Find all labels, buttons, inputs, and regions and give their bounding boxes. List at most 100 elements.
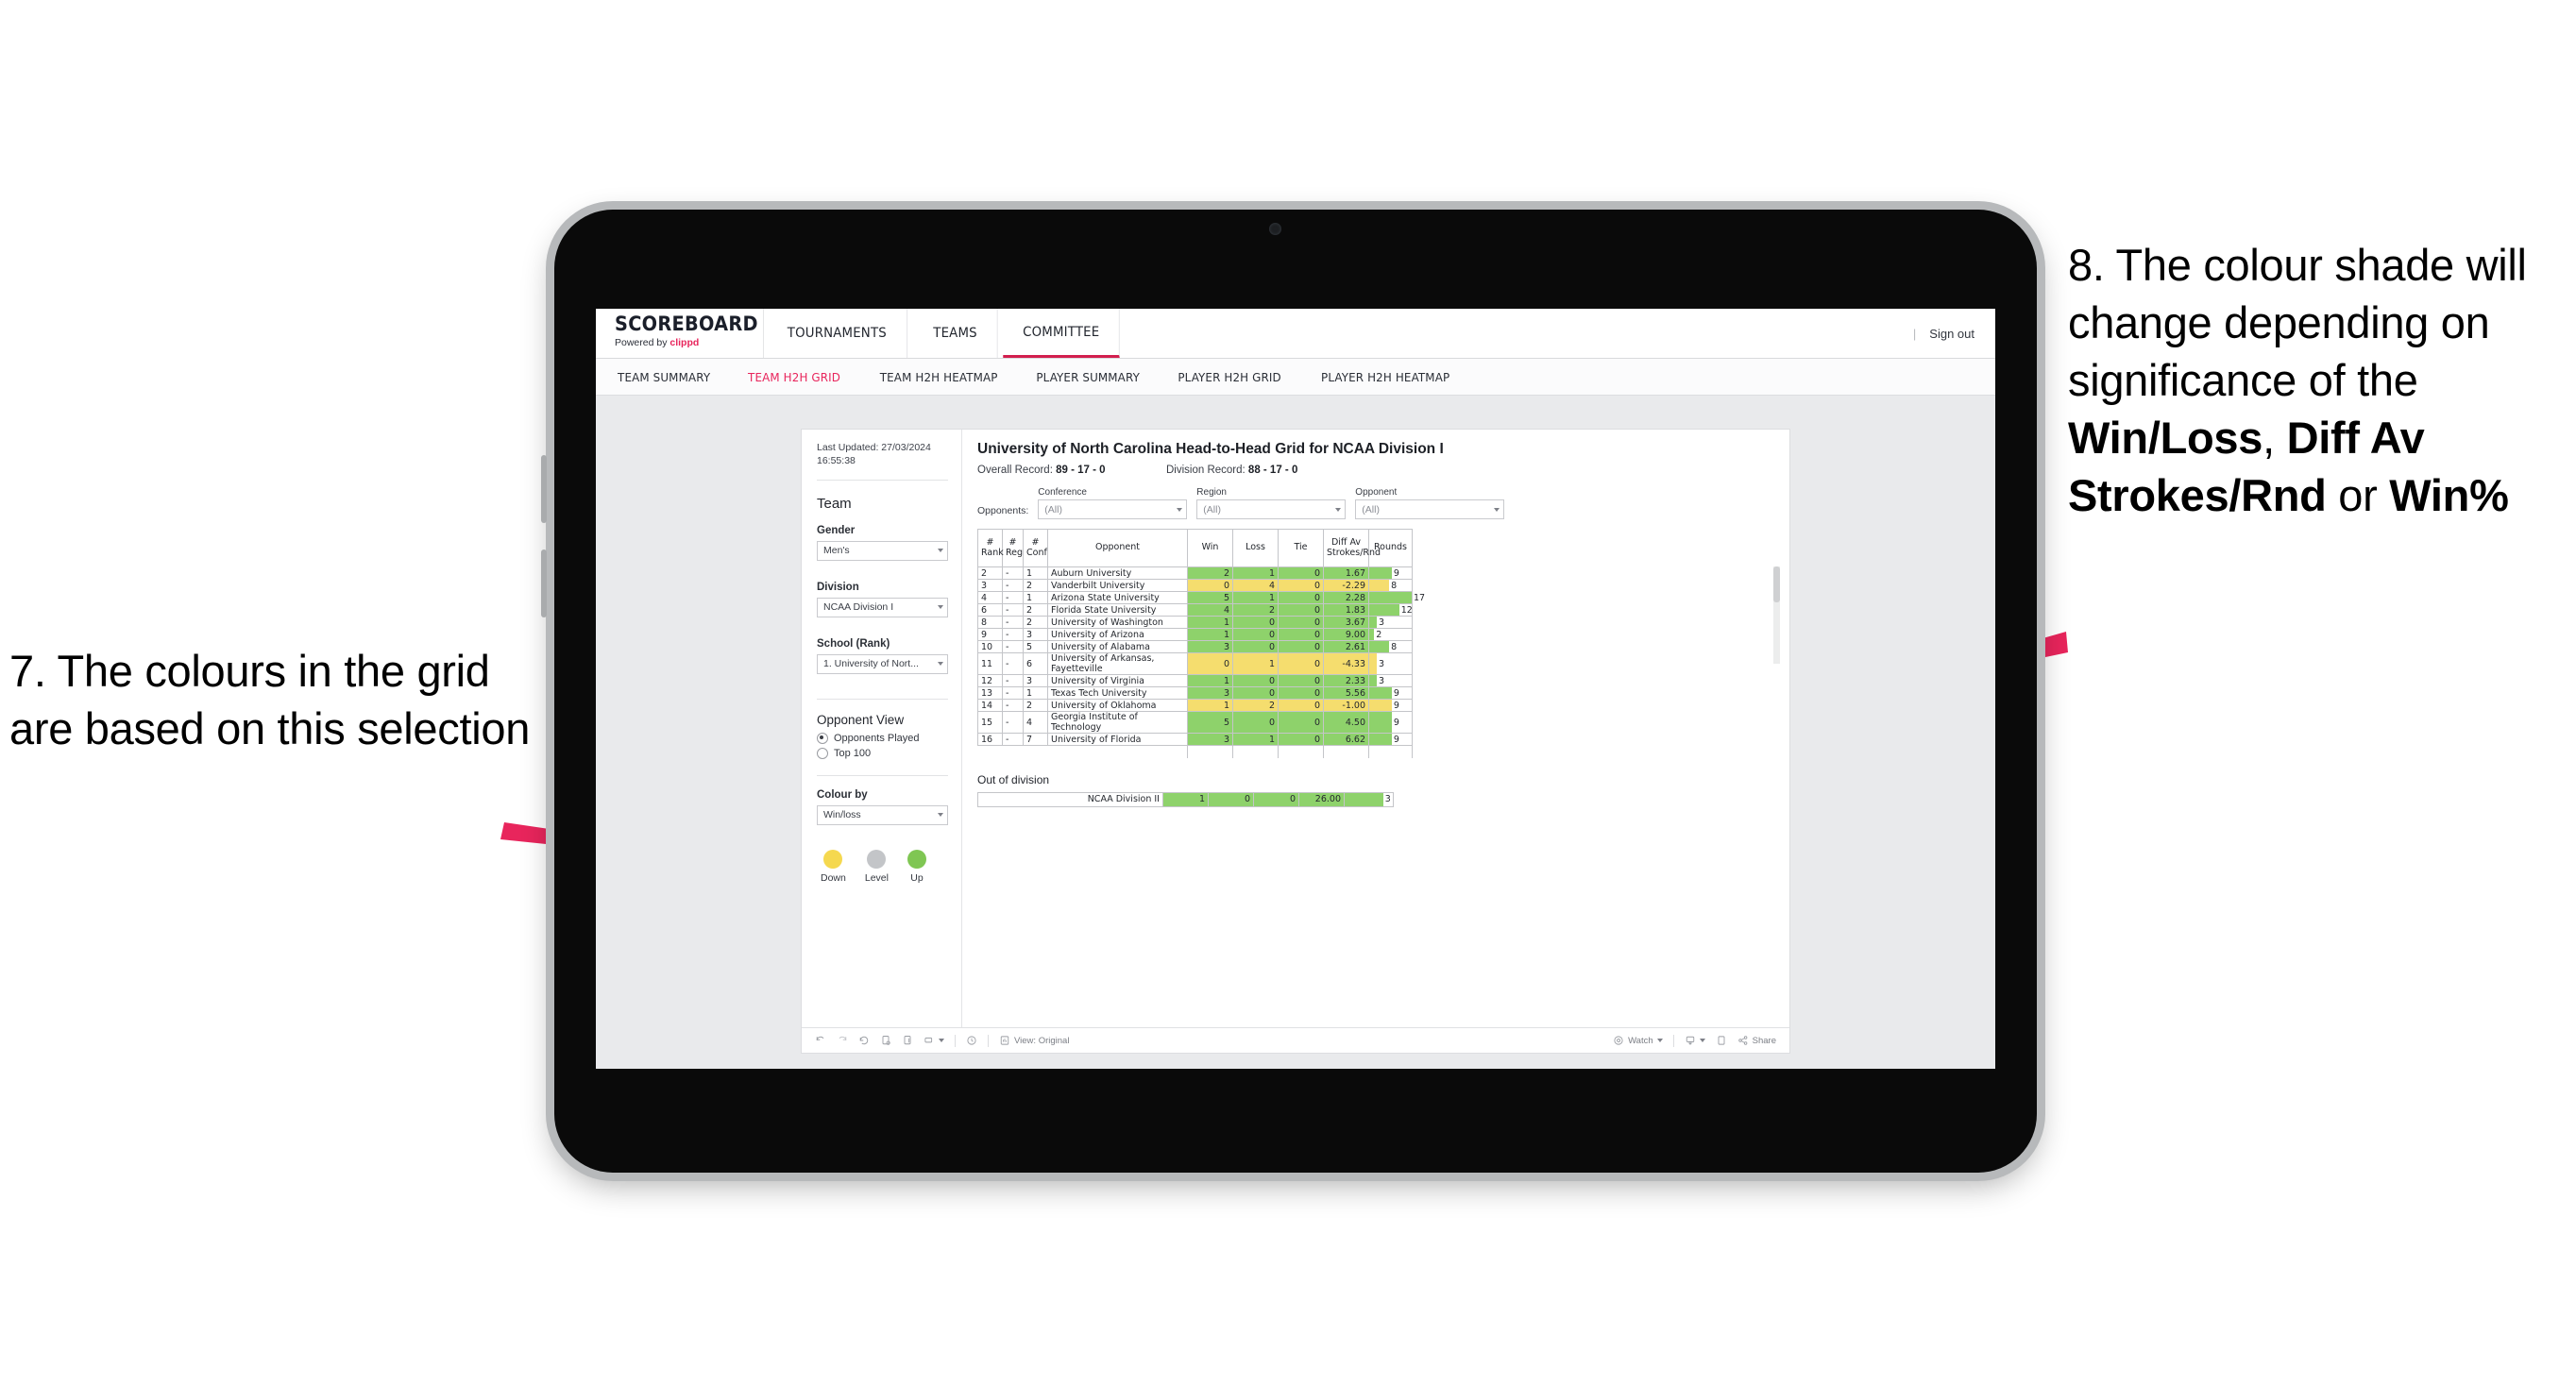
radio-selected-icon	[817, 732, 828, 744]
table-row[interactable]: 10-5 University of Alabama 3 0 0 2.61 8	[977, 640, 1413, 653]
filter-conference-label: Conference	[1038, 487, 1087, 498]
cell-conf: 1	[1023, 566, 1048, 580]
table-row[interactable]: 14-2 University of Oklahoma 1 2 0 -1.00 9	[977, 699, 1413, 712]
rounds-value: 9	[1393, 734, 1399, 745]
cell-opponent: University of Alabama	[1047, 640, 1188, 653]
table-row[interactable]: 16-7 University of Florida 3 1 0 6.62 9	[977, 733, 1413, 746]
rounds-bar	[1369, 653, 1377, 674]
col-header-loss[interactable]: Loss	[1232, 529, 1279, 567]
subnav-item-team-h2h-grid[interactable]: TEAM H2H GRID	[748, 370, 857, 384]
filter-conference-select[interactable]: (All)	[1038, 499, 1188, 519]
revert-icon[interactable]	[858, 1035, 870, 1046]
chevron-down-icon	[1699, 1039, 1705, 1042]
radio-top-100[interactable]: Top 100	[817, 747, 948, 759]
school-select[interactable]: 1. University of Nort...	[817, 653, 948, 674]
radio-opponents-played[interactable]: Opponents Played	[817, 732, 948, 744]
cell-loss: 2	[1232, 603, 1279, 617]
cell-reg: -	[1002, 566, 1024, 580]
gender-select[interactable]: Men's	[817, 540, 948, 561]
cell-tie: 0	[1278, 628, 1324, 641]
cell-rounds: 8	[1368, 640, 1413, 653]
empty-cell	[1278, 745, 1324, 758]
col-header-win[interactable]: Win	[1187, 529, 1233, 567]
filter-region-select[interactable]: (All)	[1196, 499, 1347, 519]
clock-icon[interactable]	[966, 1035, 977, 1046]
table-scrollbar-thumb[interactable]	[1773, 566, 1780, 602]
refresh-icon[interactable]	[880, 1035, 891, 1046]
pause-icon[interactable]	[902, 1035, 913, 1046]
signout-link[interactable]: Sign out	[1929, 327, 1974, 341]
cell-rank: 12	[977, 674, 1003, 687]
cell-opponent: Georgia Institute of Technology	[1047, 711, 1188, 734]
colour-by-select[interactable]: Win/loss	[817, 804, 948, 825]
viz-toolbar: View: Original Watch Share	[802, 1027, 1789, 1053]
radio-unselected-icon	[817, 747, 828, 759]
nav-item-tournaments[interactable]: TOURNAMENTS	[768, 309, 907, 358]
chevron-down-icon	[1494, 507, 1500, 512]
filter-opponent-select[interactable]: (All)	[1355, 499, 1505, 519]
subnav-item-player-h2h-heatmap[interactable]: PLAYER H2H HEATMAP	[1321, 370, 1466, 384]
redo-icon[interactable]	[837, 1035, 848, 1046]
rectangle-select-icon[interactable]	[924, 1035, 944, 1046]
view-original-button[interactable]: View: Original	[999, 1035, 1069, 1046]
division-record-label: Division Record:	[1166, 465, 1248, 476]
opponent-filters: Opponents: Conference (All) Region (All)…	[977, 487, 1772, 519]
table-row[interactable]: 3-2 Vanderbilt University 0 4 0 -2.29 8	[977, 579, 1413, 592]
table-row[interactable]: 11-6 University of Arkansas, Fayetteville…	[977, 652, 1413, 675]
cell-loss: 0	[1232, 674, 1279, 687]
chevron-down-icon	[938, 662, 943, 667]
gender-label: Gender	[817, 524, 856, 536]
cell-win: 3	[1187, 686, 1233, 700]
watch-button[interactable]: Watch	[1613, 1035, 1663, 1046]
table-row[interactable]: 9-3 University of Arizona 1 0 0 9.00 2	[977, 628, 1413, 641]
download-icon[interactable]	[1685, 1035, 1705, 1046]
col-header-opponent[interactable]: Opponent	[1047, 529, 1188, 567]
cell-rounds: 9	[1368, 566, 1413, 580]
cell-conf: 2	[1023, 699, 1048, 712]
subnav-item-player-h2h-grid[interactable]: PLAYER H2H GRID	[1178, 370, 1299, 384]
table-row[interactable]: 13-1 Texas Tech University 3 0 0 5.56 9	[977, 686, 1413, 700]
table-row[interactable]: 4-1 Arizona State University 5 1 0 2.28 17	[977, 591, 1425, 604]
nav-item-teams[interactable]: TEAMS	[913, 309, 998, 358]
page-title: University of North Carolina Head-to-Hea…	[977, 441, 1444, 457]
undo-icon[interactable]	[815, 1035, 826, 1046]
col-header-diff[interactable]: Diff Av Strokes/Rnd	[1323, 529, 1381, 567]
rounds-bar	[1369, 580, 1390, 591]
division-record-value: 88 - 17 - 0	[1247, 465, 1298, 476]
nav-item-committee[interactable]: COMMITTEE	[1002, 309, 1120, 358]
overall-record: Overall Record: 89 - 17 - 0	[977, 465, 1166, 476]
secondary-nav: TEAM SUMMARY TEAM H2H GRID TEAM H2H HEAT…	[596, 359, 1995, 396]
col-header-reg[interactable]: # Reg	[1002, 529, 1024, 567]
table-row: NCAA Division II 1 0 0 26.00 3	[977, 791, 1394, 807]
cell-tie: 0	[1278, 579, 1324, 592]
cell-conf: 2	[1023, 579, 1048, 592]
records-row: Overall Record: 89 - 17 - 0 Division Rec…	[977, 465, 1772, 476]
cell-loss: 0	[1232, 616, 1279, 629]
table-row[interactable]: 15-4 Georgia Institute of Technology 5 0 0 4.…	[977, 711, 1413, 734]
subnav-item-player-summary[interactable]: PLAYER SUMMARY	[1036, 370, 1157, 384]
rounds-value: 9	[1393, 717, 1399, 728]
cell-opponent: Auburn University	[1047, 566, 1188, 580]
share-button[interactable]: Share	[1737, 1035, 1776, 1046]
ood-win: 1	[1162, 791, 1209, 807]
brand-logo[interactable]: SCOREBOARD Powered by clippd	[596, 309, 764, 358]
subnav-item-team-summary[interactable]: TEAM SUMMARY	[618, 370, 727, 384]
rounds-bar	[1369, 700, 1392, 711]
table-row[interactable]: 6-2 Florida State University 4 2 0 1.83 12	[977, 603, 1413, 617]
colour-by-label: Colour by	[817, 788, 868, 801]
table-row[interactable]: 2-1 Auburn University 2 1 0 1.67 9	[977, 566, 1413, 580]
col-header-tie[interactable]: Tie	[1278, 529, 1324, 567]
tablet-device-frame: SCOREBOARD Powered by clippd TOURNAMENTS…	[541, 210, 2037, 1173]
cell-win: 3	[1187, 640, 1233, 653]
rounds-value: 9	[1393, 567, 1399, 579]
table-row[interactable]: 8-2 University of Washington 1 0 0 3.67 3	[977, 616, 1413, 629]
division-select[interactable]: NCAA Division I	[817, 597, 948, 617]
fullscreen-icon[interactable]	[1716, 1035, 1727, 1046]
table-row[interactable]: 12-3 University of Virginia 1 0 0 2.33 3	[977, 674, 1413, 687]
cell-loss: 2	[1232, 699, 1279, 712]
col-header-rounds[interactable]: Rounds	[1368, 529, 1413, 567]
subnav-item-team-h2h-heatmap[interactable]: TEAM H2H HEATMAP	[879, 370, 1014, 384]
cell-tie: 0	[1278, 686, 1324, 700]
col-header-rank[interactable]: # Rank	[977, 529, 1004, 567]
col-header-conf[interactable]: # Conf	[1023, 529, 1048, 567]
